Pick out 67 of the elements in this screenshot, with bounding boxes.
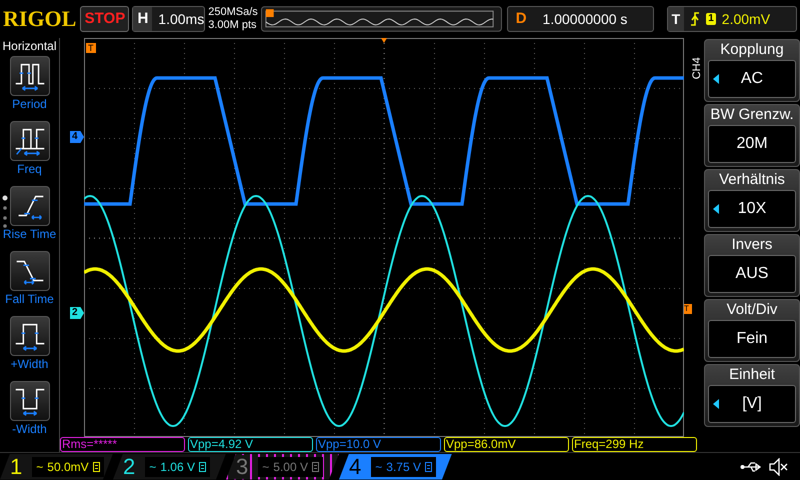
trigger-source-badge: 1 [706,13,716,25]
brand-logo: RIGOL [3,8,78,30]
channel-label: CH4 [690,57,704,79]
softkey-menu-item[interactable]: Verhältnis 10X [704,169,800,232]
softkey-menu-item[interactable]: Invers AUS [704,234,800,297]
trigger-level-marker: T [684,304,692,314]
channel-marker: 2 [70,307,84,319]
menu-item-label: Rise Time [2,226,56,242]
menu-title: Horizontal [2,39,57,53]
timebase-value: 1.00ms [157,10,204,28]
softkey-title: Volt/Div [726,300,778,320]
page-indicator-icon [2,195,8,229]
softkey-value: AUS [736,264,768,284]
softkey-value: Fein [736,329,768,349]
softkey-title: Invers [732,235,772,255]
softkey-value: [V] [742,394,762,414]
softkey-title: Verhältnis [719,170,785,190]
probe-icon [424,462,432,472]
measure-menu-item[interactable]: Period [0,56,60,121]
measure-menu-item[interactable]: Fall Time [0,251,60,316]
softkey-value: 10X [738,199,766,219]
measure-menu-item[interactable]: -Width [0,381,60,446]
trigger-level: 2.00mV [722,10,770,28]
rising-edge-icon [690,12,700,26]
trigger-position-marker: T [86,43,96,53]
delay-value: 1.00000000 s [542,10,628,28]
menu-item-label: +Width [10,356,48,372]
measurement-readout: Freq=299 Hz [572,437,697,452]
measurement-readout: Rms=***** [60,437,185,452]
softkey-menu-item[interactable]: BW Grenzw. 20M [704,104,800,167]
menu-item-label: Freq [17,161,42,177]
softkey-value: 20M [736,134,768,154]
channel-tab[interactable]: 1 ~ 50.0mV [0,454,113,480]
stop-button[interactable]: STOP [80,6,130,32]
menu-item-label: -Width [12,421,47,437]
timebase-label: H [133,7,152,31]
softkey-title: BW Grenzw. [710,105,794,125]
channel-tab[interactable]: 4 ~ 3.75 V [339,454,452,480]
probe-icon [312,462,319,472]
menu-item-label: Period [12,96,47,112]
softkey-menu-item[interactable]: Einheit [V] [704,364,800,427]
channel-tab[interactable]: 3 ~ 5.00 V [226,454,339,480]
channel-marker: 4 [70,131,84,143]
probe-icon [92,462,100,472]
softkey-title: Einheit [729,365,775,385]
trigger-label: T [668,7,684,31]
trigger-display[interactable]: T 1 2.00mV [666,6,797,32]
softkey-menu-item[interactable]: Kopplung AC [704,39,800,102]
measure-menu-item[interactable]: +Width [0,316,60,381]
measure-menu-item[interactable]: Freq [0,121,60,186]
softkey-title: Kopplung [720,40,784,60]
delay-label: D [514,8,528,29]
measurement-readout: Vpp=86.0mV [444,437,569,452]
softkey-menu-item[interactable]: Volt/Div Fein [704,299,800,362]
softkey-value: AC [740,69,764,89]
memory-depth: 3.00M pts [208,19,258,32]
measurement-readout: Vpp=4.92 V [188,437,313,452]
mute-icon [768,458,788,476]
probe-icon [198,462,206,472]
measure-menu-item[interactable]: Rise Time [0,186,60,251]
measurement-readout: Vpp=10.0 V [316,437,441,452]
usb-icon [740,460,762,472]
menu-item-label: Fall Time [5,291,54,307]
sample-rate: 250MSa/s [208,6,258,19]
delay-display[interactable]: D 1.00000000 s [506,6,654,32]
timebase-display[interactable]: H 1.00ms [132,6,206,32]
channel-tab[interactable]: 2 ~ 1.06 V [113,454,226,480]
